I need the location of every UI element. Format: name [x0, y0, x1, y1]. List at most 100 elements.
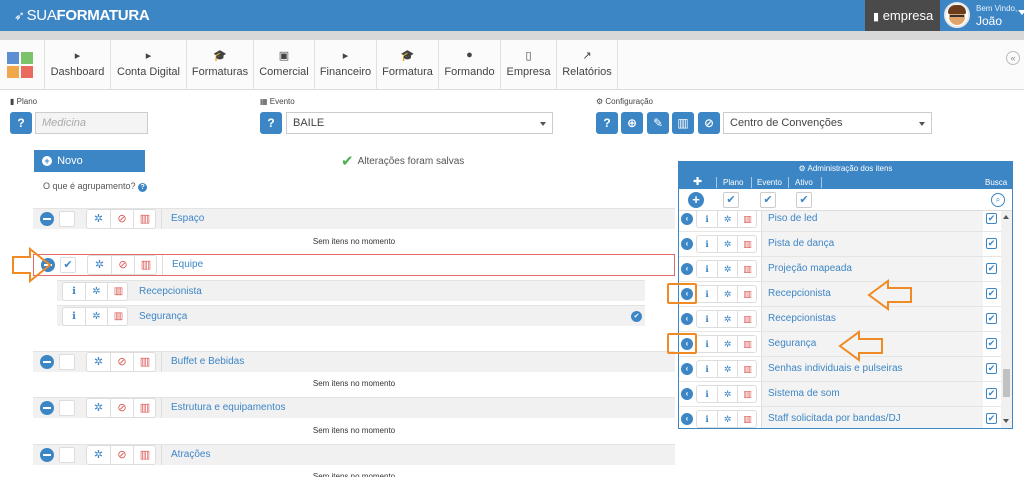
gear-icon[interactable]: ✲ [87, 446, 110, 464]
collapse-minus-icon[interactable] [40, 401, 54, 415]
trash-icon[interactable]: ▥ [133, 353, 156, 371]
nav-financeiro[interactable]: ▸ Financeiro [314, 40, 376, 90]
user-menu[interactable]: Bem Vindo, João [940, 0, 1024, 31]
trash-icon[interactable]: ▥ [737, 261, 757, 277]
collapse-minus-icon[interactable] [40, 355, 54, 369]
active-checkbox[interactable]: ✔ [986, 388, 997, 399]
gear-icon[interactable]: ✲ [85, 308, 107, 325]
nav-conta-digital[interactable]: ▸ Conta Digital [110, 40, 186, 90]
info-icon[interactable]: ℹ [63, 283, 85, 300]
info-icon[interactable]: ℹ [697, 311, 717, 327]
admin-item-list[interactable]: ‹ ℹ ✲ ▥ Piso de led ✔ ‹ ℹ ✲ ▥ Pista de d… [679, 211, 1001, 428]
active-checkbox[interactable]: ✔ [986, 288, 997, 299]
active-checkbox[interactable]: ✔ [986, 338, 997, 349]
group-checkbox-checked[interactable]: ✔ [60, 257, 76, 273]
gear-icon[interactable]: ✲ [717, 236, 737, 252]
gear-icon[interactable]: ✲ [717, 311, 737, 327]
trash-icon[interactable]: ▥ [737, 286, 757, 302]
active-checkbox[interactable]: ✔ [986, 413, 997, 424]
add-item-button[interactable]: + [688, 192, 704, 208]
ban-icon[interactable]: ⊘ [110, 446, 133, 464]
info-icon[interactable]: ℹ [697, 211, 717, 227]
trash-icon[interactable]: ▥ [737, 386, 757, 402]
gear-icon[interactable]: ✲ [87, 210, 110, 228]
trash-icon[interactable]: ▥ [737, 236, 757, 252]
evento-help-button[interactable]: ? [260, 112, 282, 134]
collapse-minus-icon[interactable] [40, 448, 54, 462]
new-group-button[interactable]: + Novo Agrupamento [34, 150, 145, 189]
search-icon[interactable]: ⌕ [991, 193, 1005, 207]
trash-icon[interactable]: ▥ [133, 210, 156, 228]
ban-icon[interactable]: ⊘ [111, 256, 134, 274]
filter-evento-checkbox[interactable]: ✔ [760, 192, 776, 208]
trash-icon[interactable]: ▥ [737, 336, 757, 352]
config-disable-button[interactable]: ⊘ [698, 112, 720, 134]
gear-icon[interactable]: ✲ [717, 386, 737, 402]
active-checkbox[interactable]: ✔ [986, 313, 997, 324]
brand-logo[interactable]: ➶ SUAFORMATURA [14, 7, 150, 24]
info-icon[interactable]: ℹ [697, 336, 717, 352]
info-icon[interactable]: ℹ [697, 286, 717, 302]
scroll-up-icon[interactable] [1003, 215, 1009, 219]
ban-icon[interactable]: ⊘ [110, 353, 133, 371]
plano-help-button[interactable]: ? [10, 112, 32, 134]
nav-empresa[interactable]: ▯ Empresa [500, 40, 556, 90]
trash-icon[interactable]: ▥ [134, 256, 157, 274]
group-checkbox[interactable] [59, 354, 75, 370]
arrow-left-icon[interactable]: ‹ [681, 313, 693, 325]
scroll-down-icon[interactable] [1003, 419, 1009, 423]
active-checkbox[interactable]: ✔ [986, 238, 997, 249]
gear-icon[interactable]: ✲ [717, 361, 737, 377]
collapse-icon[interactable]: « [1006, 51, 1020, 65]
arrow-left-icon[interactable]: ‹ [681, 213, 693, 225]
trash-icon[interactable]: ▥ [107, 283, 129, 300]
gear-icon[interactable]: ✲ [717, 286, 737, 302]
nav-relatorios[interactable]: ↗ Relatórios [556, 40, 618, 90]
nav-formaturas[interactable]: 🎓 Formaturas [186, 40, 253, 90]
nav-formatura[interactable]: 🎓 Formatura [376, 40, 438, 90]
what-is-group-link[interactable]: O que é agrupamento? ? [43, 181, 148, 192]
gear-icon[interactable]: ✲ [717, 211, 737, 227]
ban-icon[interactable]: ⊘ [110, 210, 133, 228]
trash-icon[interactable]: ▥ [737, 361, 757, 377]
gear-icon[interactable]: ✲ [717, 336, 737, 352]
gear-icon[interactable]: ✲ [85, 283, 107, 300]
config-delete-button[interactable]: ▥ [672, 112, 694, 134]
filter-ativo-checkbox[interactable]: ✔ [796, 192, 812, 208]
gear-icon[interactable]: ✲ [87, 399, 110, 417]
trash-icon[interactable]: ▥ [107, 308, 129, 325]
info-icon[interactable]: ℹ [697, 236, 717, 252]
nav-dashboard[interactable]: ▸ Dashboard [44, 40, 110, 90]
arrow-left-icon[interactable]: ‹ [681, 413, 693, 425]
info-icon[interactable]: ℹ [697, 386, 717, 402]
group-checkbox[interactable] [59, 211, 75, 227]
trash-icon[interactable]: ▥ [133, 399, 156, 417]
gear-icon[interactable]: ✲ [717, 411, 737, 427]
trash-icon[interactable]: ▥ [133, 446, 156, 464]
arrow-left-icon[interactable]: ‹ [681, 263, 693, 275]
config-select[interactable]: Centro de Convenções [723, 112, 932, 134]
config-edit-button[interactable]: ✎ [647, 112, 669, 134]
gear-icon[interactable]: ✲ [87, 353, 110, 371]
trash-icon[interactable]: ▥ [737, 211, 757, 227]
evento-select[interactable]: BAILE [286, 112, 553, 134]
info-icon[interactable]: ℹ [697, 361, 717, 377]
arrow-left-icon[interactable]: ‹ [681, 238, 693, 250]
trash-icon[interactable]: ▥ [737, 311, 757, 327]
group-checkbox[interactable] [59, 400, 75, 416]
collapse-minus-icon[interactable] [40, 212, 54, 226]
apps-grid-icon[interactable] [7, 52, 33, 78]
gear-icon[interactable]: ✲ [717, 261, 737, 277]
list-scrollbar[interactable] [1001, 211, 1012, 428]
config-add-button[interactable]: ⊕ [621, 112, 643, 134]
plano-input[interactable]: Medicina [35, 112, 148, 134]
arrow-left-icon[interactable]: ‹ [681, 388, 693, 400]
info-icon[interactable]: ℹ [63, 308, 85, 325]
active-checkbox[interactable]: ✔ [986, 213, 997, 224]
company-switcher[interactable]: ▮ empresa [865, 0, 940, 31]
arrow-left-icon[interactable]: ‹ [681, 363, 693, 375]
nav-formando[interactable]: ● Formando [438, 40, 500, 90]
config-help-button[interactable]: ? [596, 112, 618, 134]
scroll-thumb[interactable] [1003, 369, 1010, 397]
info-icon[interactable]: ℹ [697, 261, 717, 277]
